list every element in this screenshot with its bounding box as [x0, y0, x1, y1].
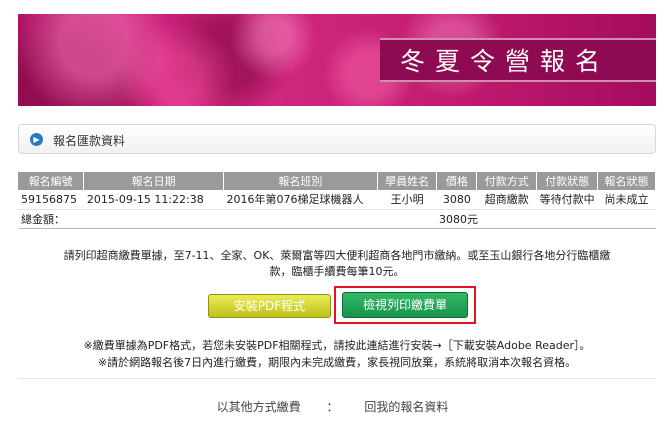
table-header-row: 報名編號 報名日期 報名班別 學員姓名 價格 付款方式 付款狀態 報名狀態: [18, 172, 656, 190]
notice-line-2: 款，臨櫃手續費每筆10元。: [269, 265, 405, 278]
my-registration-link[interactable]: 回我的報名資料: [364, 400, 448, 414]
cell-payment-method: 超商繳款: [476, 190, 537, 210]
cell-date: 2015-09-15 11:22:38: [83, 190, 224, 210]
col-header-date: 報名日期: [83, 172, 224, 190]
col-header-course: 報名班別: [223, 172, 378, 190]
col-header-registration-status: 報名狀態: [597, 172, 656, 190]
section-header: ▶ 報名匯款資料: [18, 124, 656, 154]
cell-payment-status: 等待付款中: [536, 190, 598, 210]
footer-separator: ：: [326, 400, 339, 414]
section-title: 報名匯款資料: [53, 134, 126, 148]
col-header-id: 報名編號: [18, 172, 85, 190]
cell-registration-status: 尚未成立: [597, 190, 656, 210]
cell-id: 59156875: [18, 190, 84, 210]
deadline-note: ※請於網路報名後7日內進行繳費，期限內未完成繳費，家長視同放棄，系統將取消本次報…: [97, 356, 577, 369]
total-value: 3080元: [436, 209, 656, 229]
install-pdf-button[interactable]: 安裝PDF程式: [208, 294, 331, 318]
col-header-payment-status: 付款狀態: [536, 172, 599, 190]
divider: [18, 378, 656, 379]
header-banner: 冬夏令營報名: [18, 14, 656, 106]
cell-course: 2016年第076梯足球機器人: [223, 190, 378, 210]
notice-line-1: 請列印超商繳費單據，至7-11、全家、OK、萊爾富等四大便利超商各地門市繳納。或…: [63, 249, 611, 262]
payment-notice: 請列印超商繳費單據，至7-11、全家、OK、萊爾富等四大便利超商各地門市繳納。或…: [18, 248, 656, 280]
table-row: 59156875 2015-09-15 11:22:38 2016年第076梯足…: [18, 190, 656, 210]
col-header-student: 學員姓名: [377, 172, 438, 190]
total-row: 總金額： 3080元: [18, 209, 656, 229]
footer-links: 以其他方式繳費 ： 回我的報名資料: [0, 398, 665, 415]
col-header-price: 價格: [436, 172, 478, 190]
col-header-payment-method: 付款方式: [476, 172, 538, 190]
cell-student: 王小明: [377, 190, 437, 210]
registration-table: 報名編號 報名日期 報名班別 學員姓名 價格 付款方式 付款狀態 報名狀態 59…: [18, 172, 656, 229]
other-payment-link[interactable]: 以其他方式繳費: [217, 400, 301, 414]
banner-title: 冬夏令營報名: [400, 47, 611, 76]
pdf-note-text: ※繳費單據為PDF格式，若您未安裝PDF相關程式，請按此連結進行安裝→: [83, 339, 442, 352]
arrow-right-circle-icon: ▶: [30, 133, 43, 146]
pdf-note: ※繳費單據為PDF格式，若您未安裝PDF相關程式，請按此連結進行安裝→［下載安裝…: [18, 337, 656, 353]
view-print-bill-button[interactable]: 檢視列印繳費單: [342, 292, 468, 318]
download-adobe-reader-link[interactable]: ［下載安裝Adobe Reader］。: [442, 339, 591, 352]
cell-price: 3080: [436, 190, 477, 210]
total-label: 總金額：: [18, 209, 437, 229]
